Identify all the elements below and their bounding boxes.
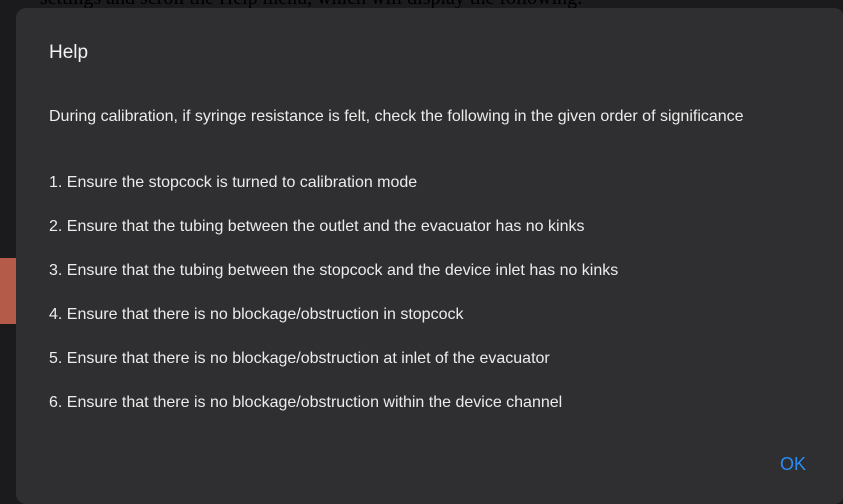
help-intro-text: During calibration, if syringe resistanc… bbox=[49, 108, 744, 125]
help-step: 3. Ensure that the tubing between the st… bbox=[49, 262, 619, 279]
dialog-title: Help bbox=[49, 42, 89, 63]
help-step: 2. Ensure that the tubing between the ou… bbox=[49, 218, 585, 235]
backdrop-accent-strip bbox=[0, 258, 16, 324]
help-step: 5. Ensure that there is no blockage/obst… bbox=[49, 350, 550, 367]
help-step: 6. Ensure that there is no blockage/obst… bbox=[49, 394, 563, 411]
help-dialog: Help During calibration, if syringe resi… bbox=[16, 8, 843, 504]
help-step: 1. Ensure the stopcock is turned to cali… bbox=[49, 174, 418, 191]
help-steps-list: 1. Ensure the stopcock is turned to cali… bbox=[49, 172, 809, 436]
ok-button[interactable]: OK bbox=[780, 454, 806, 475]
help-step: 4. Ensure that there is no blockage/obst… bbox=[49, 306, 464, 323]
